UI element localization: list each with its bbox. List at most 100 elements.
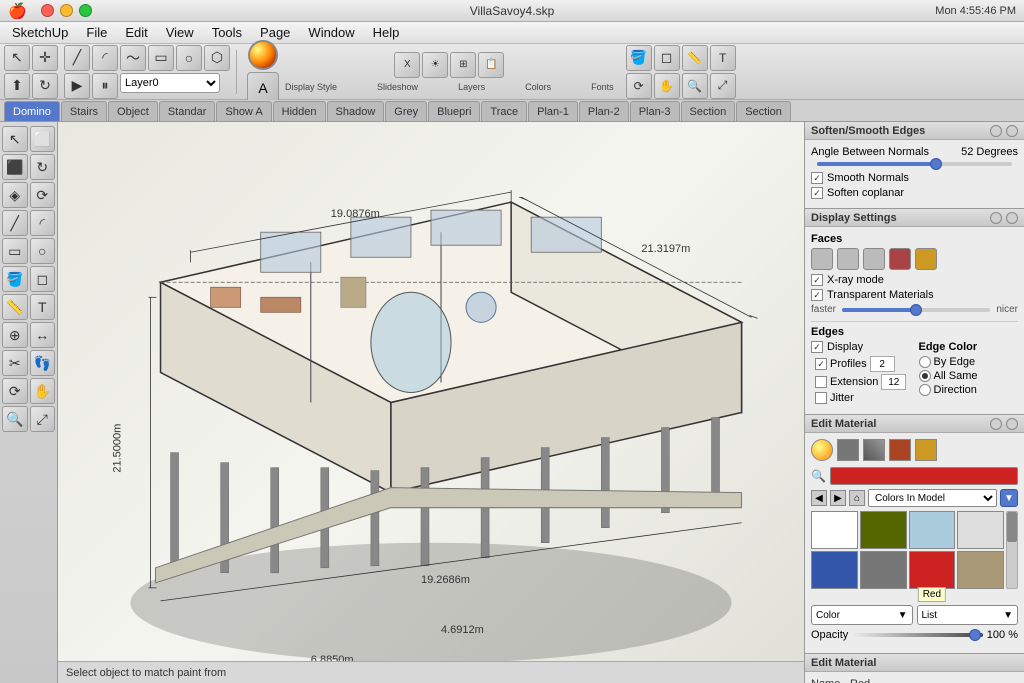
xray-checkbox[interactable] [811, 274, 823, 286]
tool-rotate2[interactable]: ↻ [30, 154, 56, 180]
mat-gold-icon[interactable] [915, 439, 937, 461]
list-dropdown[interactable]: List▼ [917, 605, 1019, 625]
tool-orbit2[interactable]: ⟳ [2, 378, 28, 404]
xray-mode-btn[interactable]: X [394, 52, 420, 78]
opacity-thumb[interactable] [969, 629, 981, 641]
tool-select[interactable]: ↖ [4, 45, 30, 71]
paint-btn[interactable]: 🪣 [626, 45, 652, 71]
tool-rect2[interactable]: ▭ [2, 238, 28, 264]
section-cuts-btn[interactable]: ⊞ [450, 52, 476, 78]
swatch-tan[interactable] [957, 551, 1004, 589]
tab-bluepri[interactable]: Bluepri [428, 101, 480, 121]
quality-slider-thumb[interactable] [910, 304, 922, 316]
profiles-checkbox[interactable] [815, 358, 827, 370]
tab-object[interactable]: Object [108, 101, 158, 121]
mat-red-icon[interactable] [889, 439, 911, 461]
tool-push[interactable]: ⬆ [4, 73, 30, 99]
menu-help[interactable]: Help [365, 23, 408, 42]
minimize-button[interactable] [60, 4, 73, 17]
tool-zoom2[interactable]: 🔍 [2, 406, 28, 432]
tool-eraser2[interactable]: ◻ [30, 266, 56, 292]
extension-value[interactable] [881, 374, 906, 390]
jitter-checkbox[interactable] [815, 392, 827, 404]
swatch-white[interactable] [811, 511, 858, 549]
all-same-radio[interactable] [919, 370, 931, 382]
edit-mat-top-controls[interactable] [990, 418, 1018, 430]
tool-line[interactable]: ╱ [64, 45, 90, 71]
display-panel-minimize[interactable] [990, 212, 1002, 224]
extension-checkbox[interactable] [815, 376, 827, 388]
maximize-button[interactable] [79, 4, 92, 17]
soften-panel-minimize[interactable] [990, 125, 1002, 137]
tool-zoomext2[interactable]: ⤢ [30, 406, 56, 432]
tab-showa[interactable]: Show A [216, 101, 271, 121]
menu-window[interactable]: Window [300, 23, 362, 42]
colors-model-dropdown[interactable]: Colors In Model [868, 489, 997, 507]
tool-freehand[interactable]: 〜 [120, 45, 146, 71]
tab-hidden[interactable]: Hidden [273, 101, 326, 121]
transparent-row[interactable]: Transparent Materials [811, 289, 1018, 301]
apple-menu[interactable]: 🍎 [8, 2, 27, 20]
tool-axes[interactable]: ⊕ [2, 322, 28, 348]
color-search-bar[interactable] [830, 467, 1018, 485]
menu-file[interactable]: File [78, 23, 115, 42]
tool-paint2[interactable]: 🪣 [2, 266, 28, 292]
tool-circle2[interactable]: ○ [30, 238, 56, 264]
angle-slider-thumb[interactable] [930, 158, 942, 170]
transparent-checkbox[interactable] [811, 289, 823, 301]
tool-follow[interactable]: ⟳ [30, 182, 56, 208]
mat-color-wheel[interactable] [811, 439, 833, 461]
soften-coplanar-checkbox[interactable] [811, 187, 823, 199]
tab-plan2[interactable]: Plan-2 [579, 101, 629, 121]
face-icon-3[interactable] [863, 248, 885, 270]
tab-stairs[interactable]: Stairs [61, 101, 107, 121]
text-btn[interactable]: T [710, 45, 736, 71]
nav-fwd-btn[interactable]: ▶ [830, 490, 846, 506]
window-controls[interactable]: 🍎 [8, 2, 92, 20]
swatch-red[interactable]: Red [909, 551, 956, 589]
zoom-btn[interactable]: 🔍 [682, 73, 708, 99]
tab-shadow[interactable]: Shadow [327, 101, 385, 121]
swatch-gray[interactable] [860, 551, 907, 589]
mat-metal-icon[interactable] [863, 439, 885, 461]
angle-slider-track[interactable] [817, 162, 1012, 166]
layer-selector[interactable]: Layer0 [120, 73, 220, 93]
soften-coplanar-row[interactable]: Soften coplanar [811, 187, 1018, 199]
tool-polygon[interactable]: ⬡ [204, 45, 230, 71]
tool-arc[interactable]: ◜ [92, 45, 118, 71]
color-dropdown[interactable]: Color▼ [811, 605, 913, 625]
pan-btn[interactable]: ✋ [654, 73, 680, 99]
tool-move[interactable]: ✛ [32, 45, 58, 71]
tool-rect[interactable]: ▭ [148, 45, 174, 71]
nav-back-btn[interactable]: ◀ [811, 490, 827, 506]
direction-radio[interactable] [919, 384, 931, 396]
section-display-btn[interactable]: 📋 [478, 52, 504, 78]
tool-section[interactable]: ✂ [2, 350, 28, 376]
profiles-value[interactable] [870, 356, 895, 372]
tool-pushpull[interactable]: ⬛ [2, 154, 28, 180]
face-icon-2[interactable] [837, 248, 859, 270]
swatch-lightblue[interactable] [909, 511, 956, 549]
tool-text2[interactable]: T [30, 294, 56, 320]
tool-line2[interactable]: ╱ [2, 210, 28, 236]
zoom-ext-btn[interactable]: ⤢ [710, 73, 736, 99]
tool-component[interactable]: ⬜ [30, 126, 56, 152]
swatch-blue[interactable] [811, 551, 858, 589]
tab-section2[interactable]: Section [736, 101, 791, 121]
tool-offset[interactable]: ◈ [2, 182, 28, 208]
tool-walk[interactable]: 👣 [30, 350, 56, 376]
face-icon-4[interactable] [889, 248, 911, 270]
soften-panel-close[interactable] [1006, 125, 1018, 137]
tape-btn[interactable]: 📏 [682, 45, 708, 71]
display-panel-controls[interactable] [990, 212, 1018, 224]
tool-pan2[interactable]: ✋ [30, 378, 56, 404]
swatches-scrollbar[interactable] [1006, 511, 1018, 589]
soften-panel-controls[interactable] [990, 125, 1018, 137]
tab-section1[interactable]: Section [681, 101, 736, 121]
nav-home-btn[interactable]: ⌂ [849, 490, 865, 506]
face-icon-1[interactable] [811, 248, 833, 270]
tab-plan1[interactable]: Plan-1 [528, 101, 578, 121]
tab-standar[interactable]: Standar [159, 101, 216, 121]
face-icon-5[interactable] [915, 248, 937, 270]
orbit-btn[interactable]: ⟳ [626, 73, 652, 99]
